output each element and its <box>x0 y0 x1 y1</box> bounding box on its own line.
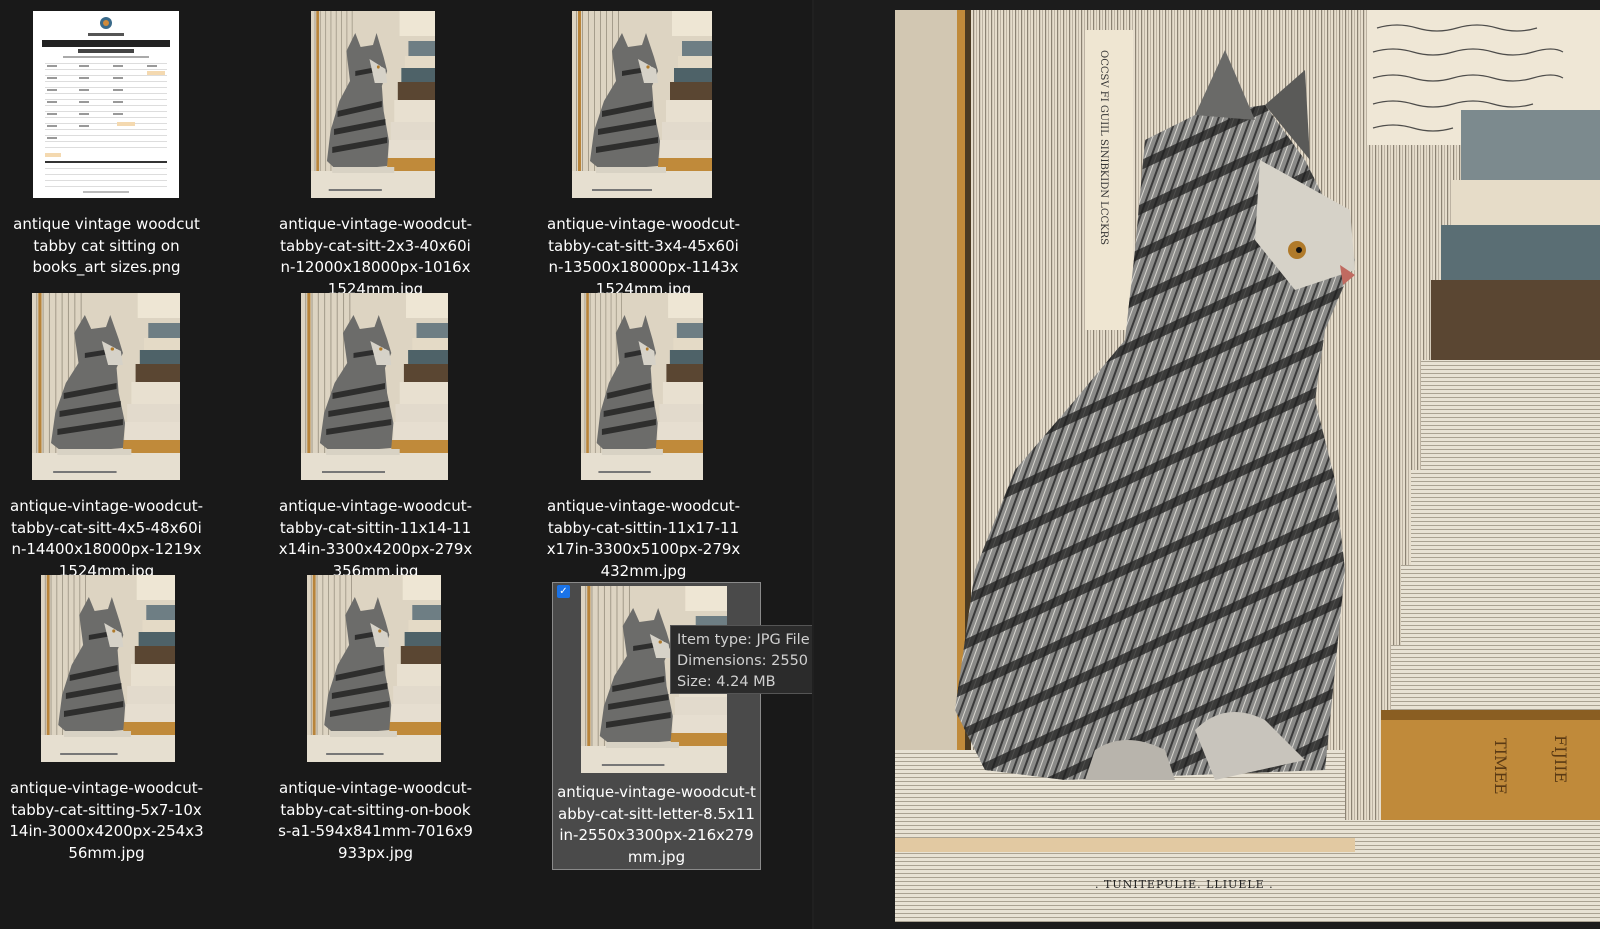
preview-caption: . TUNITEPULIE. LLIUELE . <box>1095 878 1274 891</box>
thumbnail-image <box>301 293 448 480</box>
thumbnail-image <box>41 575 175 762</box>
file-tile[interactable]: antique-vintage-woodcut-tabby-cat-sittin… <box>273 564 478 862</box>
file-name: antique-vintage-woodcut-tabby-cat-sitt-l… <box>557 783 756 866</box>
book-spine-text-1: FIJIIE <box>1551 735 1570 783</box>
file-tile[interactable]: antique vintage woodcut tabby cat sittin… <box>4 0 209 284</box>
svg-text:OCCSV FI GUIIL SINIBKIDN LCCKR: OCCSV FI GUIIL SINIBKIDN LCCKRS <box>1098 50 1109 245</box>
thumbnail-image <box>311 11 435 198</box>
book-spine-text-2: TIMEE <box>1491 738 1510 795</box>
file-tile[interactable]: antique-vintage-woodcut-tabby-cat-sitt-3… <box>541 0 746 298</box>
file-name: antique-vintage-woodcut-tabby-cat-sittin… <box>278 779 473 862</box>
file-tile[interactable]: antique-vintage-woodcut-tabby-cat-sittin… <box>541 282 746 580</box>
file-tile[interactable]: antique-vintage-woodcut-tabby-cat-sittin… <box>273 282 478 580</box>
file-name: antique vintage woodcut tabby cat sittin… <box>13 215 200 276</box>
thumbnail-image <box>572 11 712 198</box>
thumbnail-image <box>307 575 441 762</box>
file-grid: antique vintage woodcut tabby cat sittin… <box>0 0 863 929</box>
thumbnail-image <box>581 293 703 480</box>
file-tile[interactable]: antique-vintage-woodcut-tabby-cat-sitt-4… <box>4 282 209 580</box>
thumbnail-size-chart <box>33 11 179 198</box>
file-name: antique-vintage-woodcut-tabby-cat-sittin… <box>9 779 204 862</box>
file-tile[interactable]: antique-vintage-woodcut-tabby-cat-sitt-2… <box>273 0 478 298</box>
checkbox-checked-icon[interactable]: ✓ <box>557 585 570 598</box>
file-name: antique-vintage-woodcut-tabby-cat-sittin… <box>546 497 741 580</box>
preview-image: OCCSV FI GUIIL SINIBKIDN LCCKRS FIJIIE T… <box>895 10 1600 922</box>
file-tile[interactable]: antique-vintage-woodcut-tabby-cat-sittin… <box>4 564 209 862</box>
thumbnail-image <box>32 293 180 480</box>
